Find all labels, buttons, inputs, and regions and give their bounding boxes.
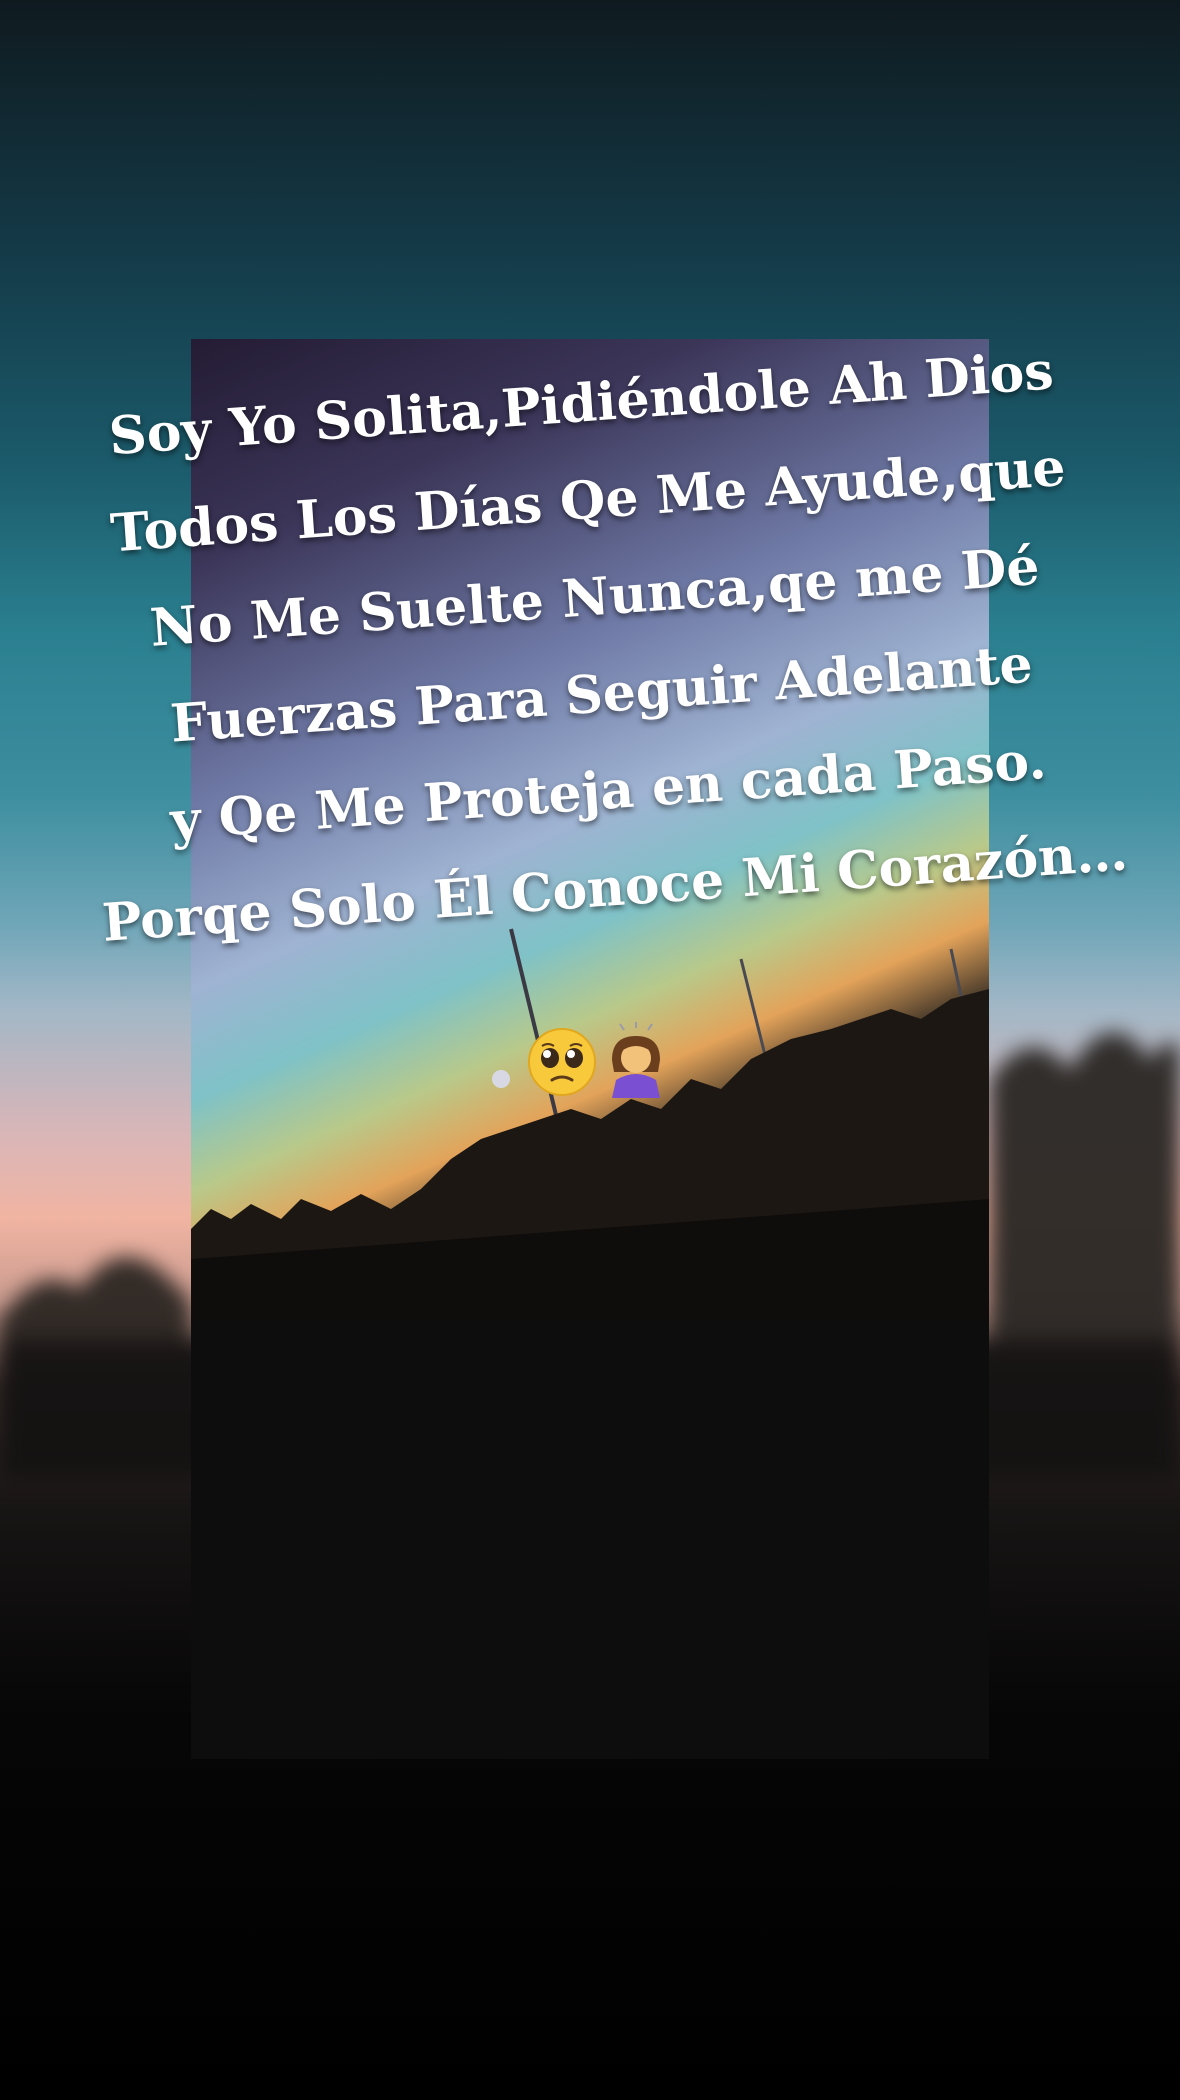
story-canvas: Soy Yo Solita,Pidiéndole Ah Dios Todos L… [0, 0, 1180, 2100]
person-bowing-girl-icon [612, 1022, 660, 1098]
emoji-group [528, 1022, 660, 1098]
pleading-face-icon [528, 1028, 596, 1096]
photo-dark-area [191, 1319, 989, 1759]
quote-text: Soy Yo Solita,Pidiéndole Ah Dios Todos L… [39, 318, 1157, 974]
